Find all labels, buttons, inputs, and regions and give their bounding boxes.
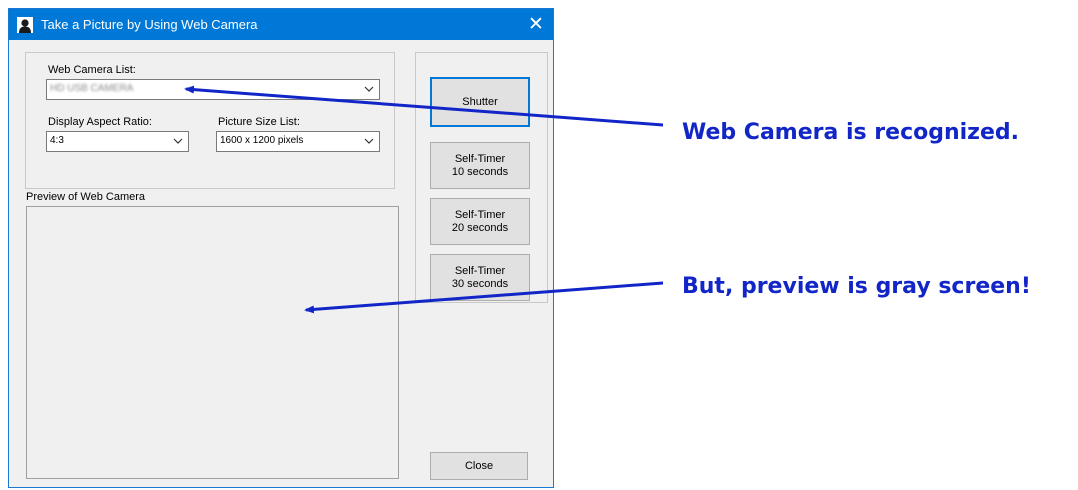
annotation-preview-gray: But, preview is gray screen! [682, 274, 1031, 299]
arrow-to-camera-list [184, 85, 664, 127]
annotation-camera-recognized: Web Camera is recognized. [682, 120, 1020, 145]
annotation-arrows [184, 85, 664, 314]
arrow-to-preview [304, 281, 664, 314]
